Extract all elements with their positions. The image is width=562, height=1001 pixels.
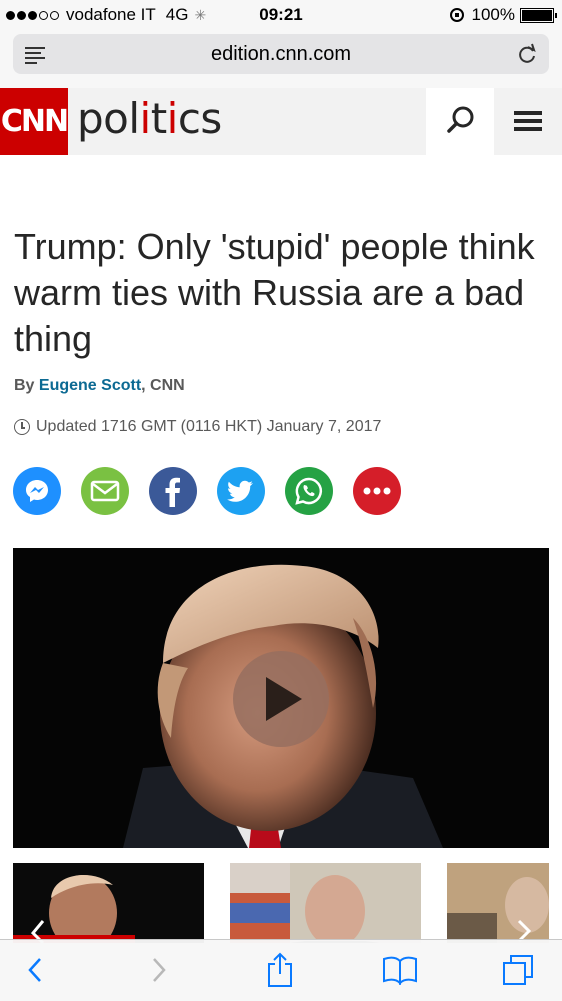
- thumbnail-image: [230, 863, 421, 943]
- bookmarks-button[interactable]: [380, 950, 420, 990]
- cnn-logo[interactable]: CNN: [0, 88, 69, 155]
- share-email-button[interactable]: [81, 467, 129, 515]
- share-twitter-button[interactable]: [217, 467, 265, 515]
- author-link[interactable]: Eugene Scott: [39, 377, 141, 394]
- clock-icon: [14, 419, 30, 435]
- address-bar[interactable]: edition.cnn.com: [13, 34, 549, 74]
- hamburger-menu-icon: [514, 111, 542, 115]
- forward-button[interactable]: [138, 950, 178, 990]
- search-button[interactable]: [426, 88, 494, 155]
- share-icon: [268, 952, 292, 987]
- back-icon: [28, 958, 41, 982]
- battery-icon: [520, 7, 557, 23]
- play-button[interactable]: [233, 651, 329, 747]
- email-icon: [90, 480, 120, 502]
- video-thumbnail-item[interactable]: [230, 863, 421, 943]
- byline: By Eugene Scott, CNN: [14, 377, 185, 394]
- tabs-button[interactable]: [498, 950, 538, 990]
- site-header: CNN politics: [0, 88, 562, 155]
- rotation-lock-icon: [449, 8, 464, 22]
- tabs-icon: [503, 955, 533, 985]
- search-icon: [447, 106, 474, 133]
- share-whatsapp-button[interactable]: [285, 467, 333, 515]
- messenger-icon: [26, 480, 48, 502]
- twitter-icon: [227, 480, 253, 502]
- section-title[interactable]: politics: [77, 94, 222, 143]
- forward-icon: [153, 958, 166, 982]
- menu-button[interactable]: [494, 88, 562, 155]
- share-button[interactable]: [260, 950, 300, 990]
- thumbnail-image: [447, 863, 549, 943]
- url-text[interactable]: edition.cnn.com: [13, 43, 549, 66]
- browser-chrome: edition.cnn.com: [0, 30, 562, 89]
- more-icon: [363, 487, 391, 495]
- share-messenger-button[interactable]: [13, 467, 61, 515]
- thumbnail-image: [13, 875, 135, 943]
- facebook-icon: [165, 477, 180, 507]
- update-timestamp: Updated 1716 GMT (0116 HKT) January 7, 2…: [14, 418, 381, 436]
- share-more-button[interactable]: [353, 467, 401, 515]
- bookmarks-icon: [383, 956, 417, 985]
- whatsapp-icon: [295, 477, 323, 505]
- browser-toolbar: [0, 939, 562, 1001]
- video-thumbnail-item[interactable]: [13, 863, 204, 943]
- article-headline: Trump: Only 'stupid' people think warm t…: [14, 226, 535, 359]
- back-button[interactable]: [16, 950, 56, 990]
- battery-percent: 100%: [471, 5, 515, 24]
- share-facebook-button[interactable]: [149, 467, 197, 515]
- reload-icon[interactable]: [517, 43, 537, 70]
- video-thumbnail-item[interactable]: [447, 863, 549, 943]
- status-bar: vodafone IT 4G ✳ 09:21 100%: [0, 0, 562, 30]
